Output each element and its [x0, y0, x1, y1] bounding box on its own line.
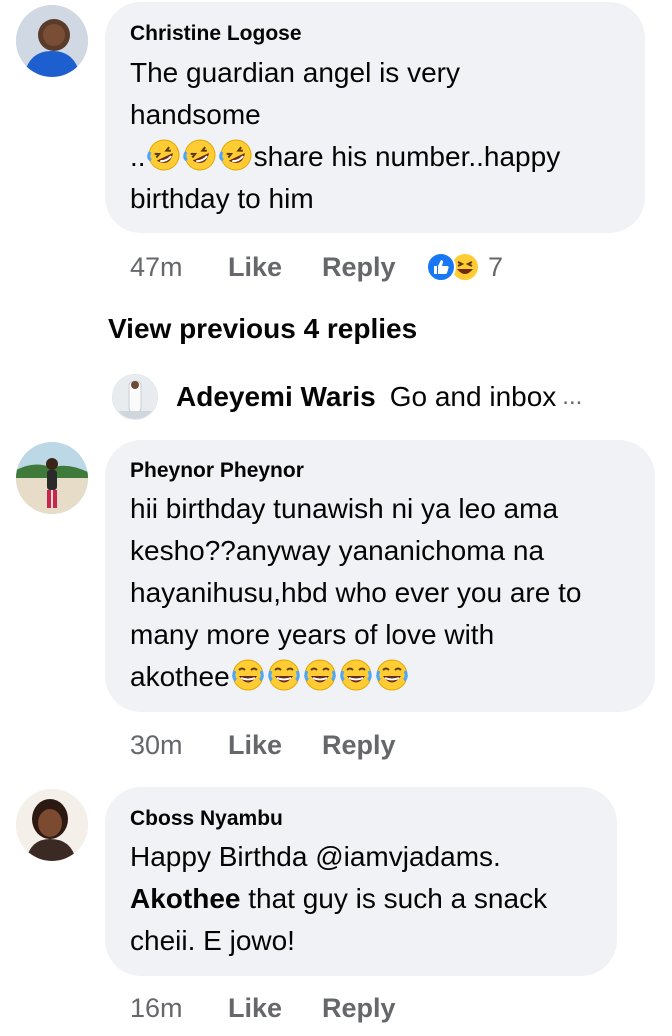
comment-line: Happy Birthda @iamvjadams. — [130, 841, 501, 872]
like-reaction-icon — [426, 252, 456, 282]
reaction-count: 7 — [488, 251, 504, 282]
reply-button[interactable]: Reply — [322, 993, 396, 1024]
avatar-adeyemi-waris — [112, 374, 158, 420]
tears-of-joy-emoji-icon — [339, 659, 372, 691]
like-button[interactable]: Like — [228, 730, 322, 761]
comment-bubble: Cboss Nyambu Happy Birthda @iamvjadams. … — [105, 787, 617, 976]
comment-line: The guardian angel is very — [130, 57, 460, 88]
comment-actions: 47m Like Reply 7 — [130, 250, 503, 284]
comment-bubble: Christine Logose The guardian angel is v… — [105, 2, 645, 233]
comment-text: Happy Birthda @iamvjadams. Akothee that … — [130, 836, 615, 962]
tears-of-joy-emoji-icon — [267, 659, 300, 691]
reply-preview-ellipsis: ... — [562, 383, 583, 410]
comment-line: kesho??anyway yananichoma na — [130, 535, 545, 566]
avatar-christine-logose[interactable] — [16, 5, 88, 77]
comment-timestamp[interactable]: 16m — [130, 993, 228, 1024]
like-button[interactable]: Like — [228, 993, 322, 1024]
avatar-pheynor-pheynor[interactable] — [16, 442, 88, 514]
mentioned-name[interactable]: Akothee — [130, 883, 240, 914]
comment-line-text: akothee — [130, 661, 230, 692]
reply-preview-text: Go and inbox — [389, 381, 557, 412]
view-previous-replies-link[interactable]: View previous 4 replies — [108, 313, 417, 345]
tears-of-joy-emoji-icon — [231, 659, 264, 691]
comment-timestamp[interactable]: 30m — [130, 730, 228, 761]
comment-line: handsome — [130, 99, 261, 130]
comment-line: hayanihusu,hbd who ever you are to — [130, 577, 582, 608]
comment-line-text: that guy is such a snack — [240, 883, 548, 914]
comment-line-suffix: share his number..happy — [253, 141, 561, 172]
reply-preview[interactable]: Adeyemi Waris Go and inbox ... — [112, 374, 582, 420]
laughing-emoji-icon — [146, 139, 180, 171]
tears-of-joy-emoji-icon — [303, 659, 336, 691]
laughing-emoji-icon — [182, 139, 216, 171]
comment-author[interactable]: Cboss Nyambu — [130, 807, 283, 831]
reply-button[interactable]: Reply — [322, 730, 396, 761]
tears-of-joy-emoji-icon — [375, 659, 408, 691]
comment-line: Akothee that guy is such a snack — [130, 878, 615, 920]
avatar-cboss-nyambu[interactable] — [16, 789, 88, 861]
comment-line-prefix: .. — [130, 141, 146, 172]
comment-author[interactable]: Pheynor Pheynor — [130, 459, 304, 483]
comment-line: hii birthday tunawish ni ya leo ama — [130, 493, 559, 524]
reactions-summary[interactable]: 7 — [426, 252, 503, 283]
laughing-emoji-icon — [218, 139, 252, 171]
comment-author[interactable]: Christine Logose — [130, 22, 302, 46]
comment-line: cheii. E jowo! — [130, 925, 295, 956]
comment-text: hii birthday tunawish ni ya leo ama kesh… — [130, 488, 650, 698]
comment-actions: 16m Like Reply — [130, 991, 396, 1025]
comment-line: akothee — [130, 656, 650, 698]
comment-actions: 30m Like Reply — [130, 728, 396, 762]
reply-button[interactable]: Reply — [322, 252, 426, 283]
comment-bubble: Pheynor Pheynor hii birthday tunawish ni… — [105, 440, 655, 712]
like-button[interactable]: Like — [228, 252, 322, 283]
comment-line: .. share his number..happy — [130, 136, 640, 178]
comment-text: The guardian angel is very handsome .. sh… — [130, 52, 640, 220]
comment-line: birthday to him — [130, 183, 314, 214]
reply-preview-author[interactable]: Adeyemi Waris — [176, 381, 376, 413]
comment-line: many more years of love with — [130, 619, 495, 650]
comment-timestamp[interactable]: 47m — [130, 252, 228, 283]
